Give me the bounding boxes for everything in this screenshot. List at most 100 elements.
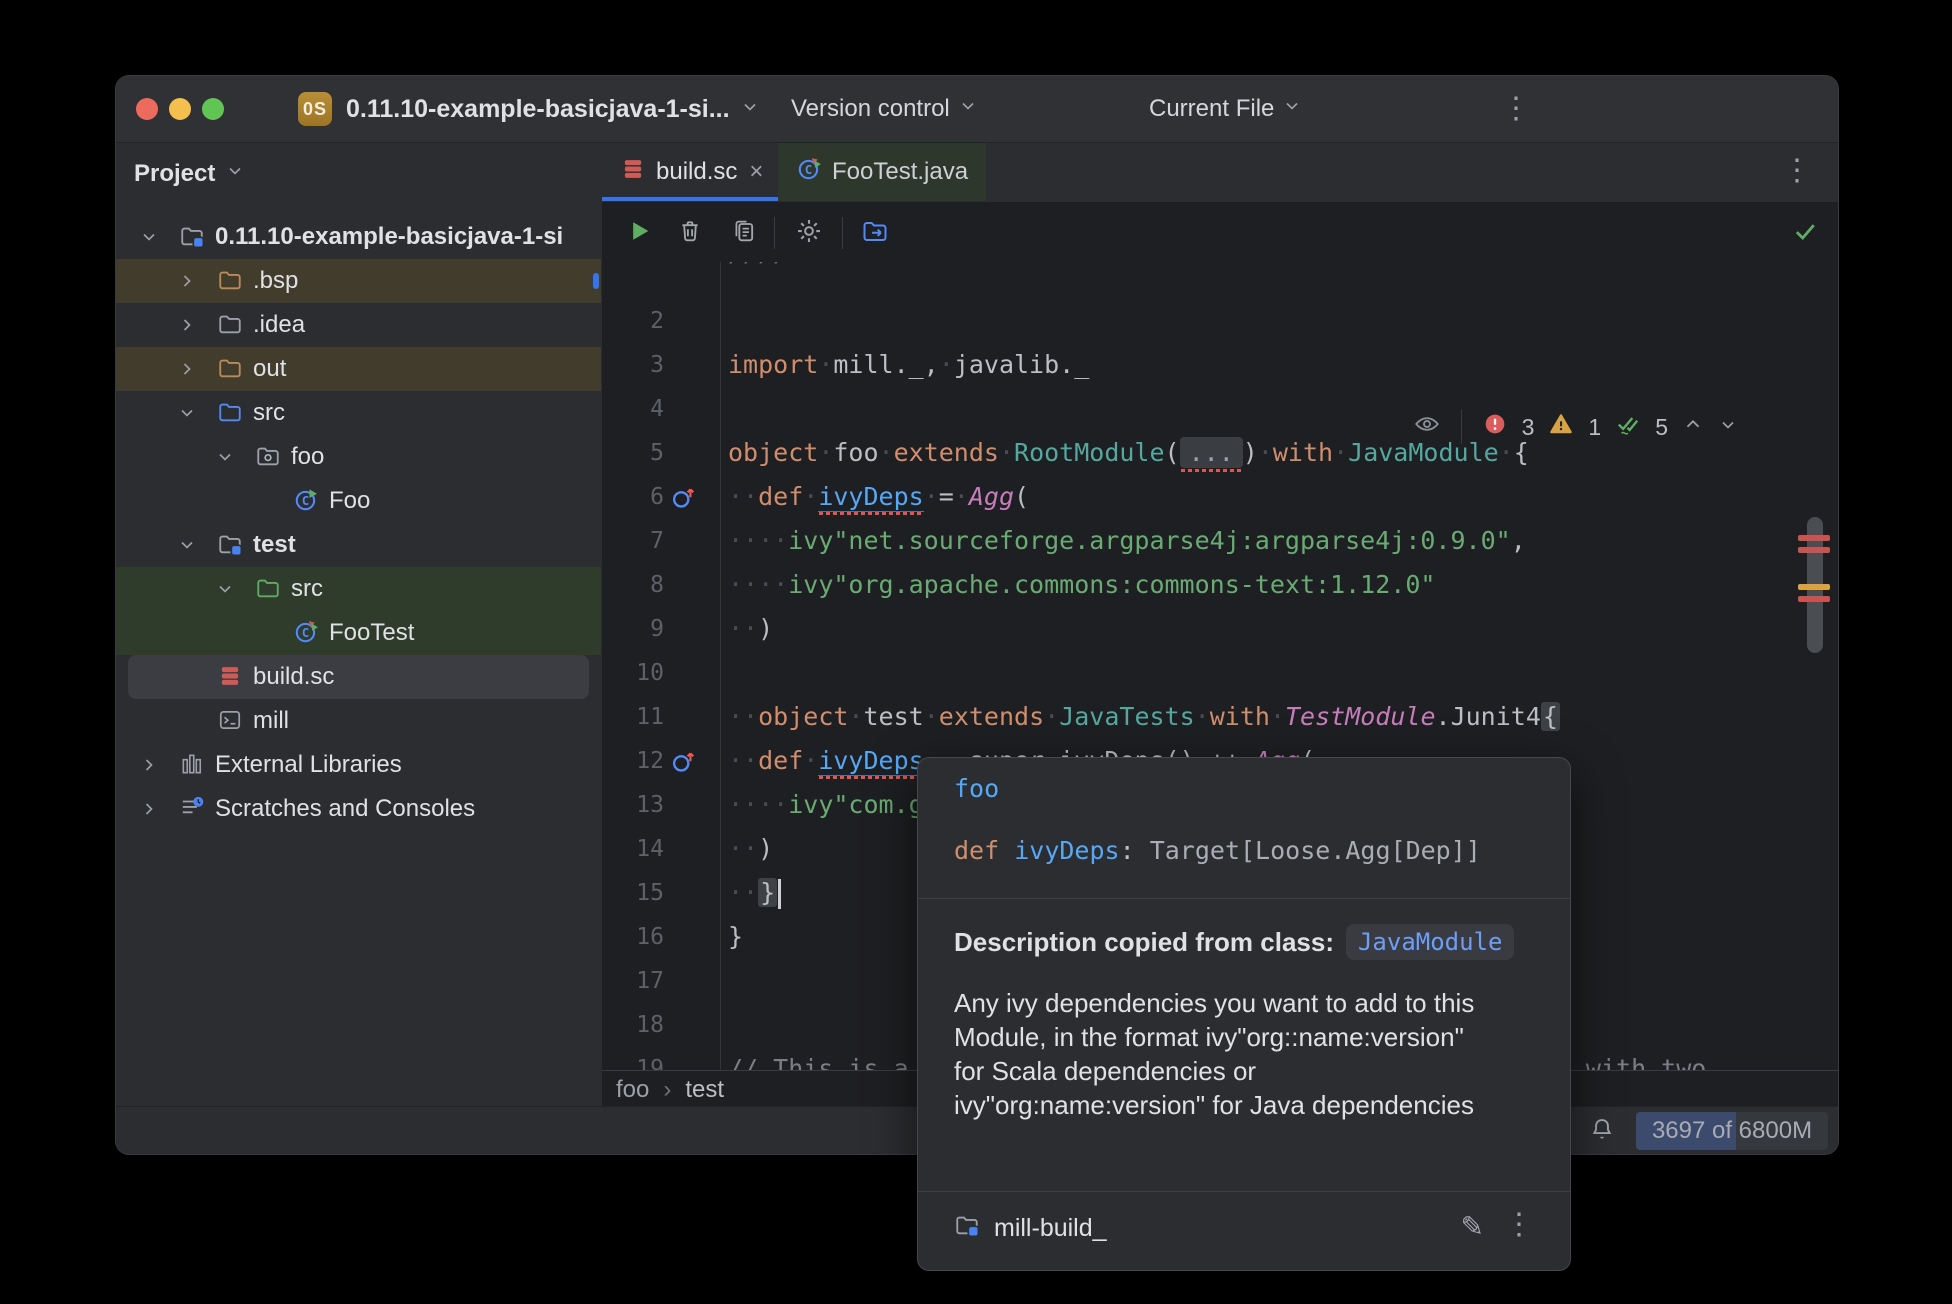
line-number[interactable]: 2 bbox=[602, 299, 664, 343]
tree-item--bsp[interactable]: .bsp bbox=[116, 259, 601, 303]
chevron-down-icon[interactable] bbox=[215, 579, 235, 599]
folder-grey-icon bbox=[217, 311, 245, 339]
line-number[interactable]: 5 bbox=[602, 431, 664, 475]
code-line-6[interactable]: ··def·ivyDeps·=·Agg( bbox=[728, 475, 1706, 519]
notifications-bell-icon[interactable] bbox=[1588, 1115, 1616, 1148]
line-number[interactable]: 13 bbox=[602, 783, 664, 827]
next-problem-button[interactable] bbox=[1718, 414, 1738, 441]
memory-indicator[interactable]: 3697 of 6800M bbox=[1636, 1112, 1828, 1150]
more-actions-button[interactable]: ⋮ bbox=[1501, 76, 1531, 142]
code-line-9[interactable]: ··) bbox=[728, 607, 1706, 651]
line-number[interactable]: 10 bbox=[602, 651, 664, 695]
line-number[interactable]: 12 bbox=[602, 739, 664, 783]
maximize-window-button[interactable] bbox=[202, 98, 224, 120]
tree-item--idea[interactable]: .idea bbox=[116, 303, 601, 347]
chevron-right-icon[interactable] bbox=[139, 799, 159, 819]
line-number[interactable]: 3 bbox=[602, 343, 664, 387]
code-token: · bbox=[848, 702, 863, 731]
tree-item-scratches-and-consoles[interactable]: Scratches and Consoles bbox=[116, 787, 601, 831]
error-stripe[interactable] bbox=[1798, 547, 1830, 553]
line-number[interactable]: 15 bbox=[602, 871, 664, 915]
project-panel-header[interactable]: Project bbox=[134, 152, 245, 196]
breadcrumb-test[interactable]: test bbox=[685, 1076, 724, 1104]
tree-item-foo[interactable]: foo bbox=[116, 435, 601, 479]
code-line-10[interactable] bbox=[728, 651, 1706, 695]
inspections-widget[interactable]: 3 1 5 bbox=[1413, 407, 1738, 447]
code-line-7[interactable]: ····ivy"net.sourceforge.argparse4j:argpa… bbox=[728, 519, 1706, 563]
code-token: · bbox=[999, 438, 1014, 467]
tab-build-sc[interactable]: build.sc × bbox=[602, 143, 781, 201]
delete-button[interactable] bbox=[675, 218, 705, 248]
sidebar-scroll-indicator[interactable] bbox=[593, 273, 599, 289]
line-number[interactable]: 9 bbox=[602, 607, 664, 651]
tree-item-mill[interactable]: mill bbox=[116, 699, 601, 743]
breadcrumb-separator: › bbox=[663, 1076, 671, 1104]
tree-item-footest[interactable]: CFooTest bbox=[116, 611, 601, 655]
tree-item-src[interactable]: src bbox=[116, 567, 601, 611]
tree-item-build-sc[interactable]: build.sc bbox=[128, 655, 589, 699]
code-line-2[interactable] bbox=[728, 299, 1706, 343]
code-token: · bbox=[1195, 702, 1210, 731]
chevron-right-icon[interactable] bbox=[177, 315, 197, 335]
tree-item-foo[interactable]: CFoo bbox=[116, 479, 601, 523]
terminal-file-icon bbox=[217, 707, 245, 735]
popup-description-body: Any ivy dependencies you want to add to … bbox=[954, 986, 1474, 1122]
code-token: ) bbox=[758, 614, 773, 643]
line-number[interactable]: 6 bbox=[602, 475, 664, 519]
chevron-down-icon[interactable] bbox=[215, 447, 235, 467]
code-line-8[interactable]: ····ivy"org.apache.commons:commons-text:… bbox=[728, 563, 1706, 607]
warning-stripe[interactable] bbox=[1798, 584, 1830, 590]
line-number[interactable]: 8 bbox=[602, 563, 664, 607]
eye-icon[interactable] bbox=[1413, 410, 1441, 444]
copy-button[interactable] bbox=[729, 218, 759, 248]
tree-item-external-libraries[interactable]: External Libraries bbox=[116, 743, 601, 787]
popup-module-link[interactable]: foo bbox=[954, 774, 999, 803]
close-tab-icon[interactable]: × bbox=[749, 158, 763, 186]
text-caret bbox=[778, 879, 781, 909]
chevron-right-icon[interactable] bbox=[177, 359, 197, 379]
version-control-widget[interactable]: Version control bbox=[791, 76, 978, 142]
tab-options-kebab-icon[interactable]: ⋮ bbox=[1782, 156, 1812, 186]
popup-kebab-icon[interactable]: ⋮ bbox=[1504, 1210, 1534, 1240]
line-number[interactable]: 11 bbox=[602, 695, 664, 739]
edit-icon[interactable]: ✎ bbox=[1461, 1210, 1484, 1243]
documentation-popup: foo def ivyDeps: Target[Loose.Agg[Dep]] … bbox=[917, 757, 1571, 1271]
override-gutter-icon[interactable] bbox=[670, 748, 696, 774]
tab-footest-java[interactable]: C FooTest.java bbox=[778, 143, 986, 201]
tree-item-out[interactable]: out bbox=[116, 347, 601, 391]
override-gutter-icon[interactable] bbox=[670, 484, 696, 510]
current-file-label: Current File bbox=[1149, 95, 1274, 123]
code-line-11[interactable]: ··object·test·extends·JavaTests·with·Tes… bbox=[728, 695, 1706, 739]
script-settings-button[interactable] bbox=[794, 218, 824, 248]
line-number[interactable]: 4 bbox=[602, 387, 664, 431]
tree-item-src[interactable]: src bbox=[116, 391, 601, 435]
load-changes-button[interactable] bbox=[860, 218, 890, 248]
code-line-3[interactable]: import·mill._,·javalib._ bbox=[728, 343, 1706, 387]
close-window-button[interactable] bbox=[136, 98, 158, 120]
previous-problem-button[interactable] bbox=[1682, 413, 1704, 441]
tree-item-0-11-10-example-basicjava-1-si[interactable]: 0.11.10-example-basicjava-1-si bbox=[116, 215, 601, 259]
chevron-down-icon[interactable] bbox=[139, 227, 159, 247]
line-number[interactable]: 17 bbox=[602, 959, 664, 1003]
error-stripe[interactable] bbox=[1798, 535, 1830, 541]
tree-item-test[interactable]: test bbox=[116, 523, 601, 567]
line-number[interactable]: 14 bbox=[602, 827, 664, 871]
run-script-button[interactable] bbox=[624, 218, 654, 248]
minimize-window-button[interactable] bbox=[169, 98, 191, 120]
line-number[interactable]: 19 bbox=[602, 1047, 664, 1070]
line-number[interactable]: 7 bbox=[602, 519, 664, 563]
chevron-right-icon[interactable] bbox=[177, 271, 197, 291]
project-title-widget[interactable]: 0.11.10-example-basicjava-1-si... bbox=[346, 76, 736, 142]
warning-icon bbox=[1548, 411, 1574, 443]
line-number[interactable]: 18 bbox=[602, 1003, 664, 1047]
chevron-right-icon[interactable] bbox=[139, 755, 159, 775]
breadcrumb-foo[interactable]: foo bbox=[616, 1076, 649, 1104]
chevron-down-icon[interactable] bbox=[177, 403, 197, 423]
javamodule-badge[interactable]: JavaModule bbox=[1346, 924, 1515, 960]
project-avatar[interactable]: 0S bbox=[298, 92, 332, 126]
line-number[interactable]: 16 bbox=[602, 915, 664, 959]
run-configuration-widget[interactable]: Current File bbox=[1149, 76, 1302, 142]
code-token: object bbox=[758, 702, 848, 731]
error-stripe[interactable] bbox=[1798, 596, 1830, 602]
chevron-down-icon[interactable] bbox=[177, 535, 197, 555]
